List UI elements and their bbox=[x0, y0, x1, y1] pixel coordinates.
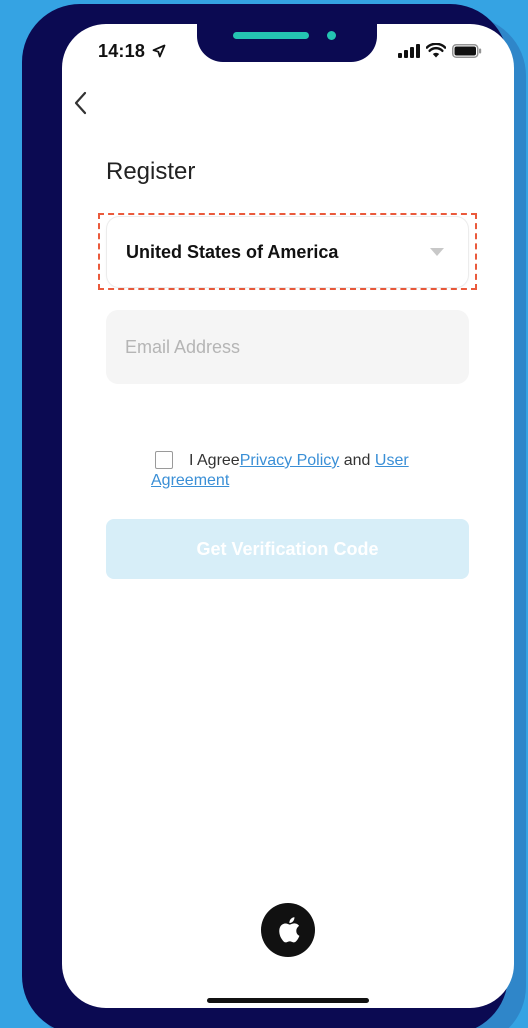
signal-icon bbox=[398, 43, 420, 58]
speaker-grille bbox=[233, 32, 309, 39]
status-icons bbox=[398, 43, 482, 58]
country-value: United States of America bbox=[126, 241, 339, 262]
agree-prefix: I Agree bbox=[189, 452, 240, 469]
apple-icon bbox=[279, 917, 300, 943]
location-arrow-icon bbox=[152, 44, 166, 58]
agree-text-line1: I AgreePrivacy Policy and User bbox=[189, 451, 409, 471]
agree-checkbox[interactable] bbox=[155, 451, 173, 469]
chevron-left-icon bbox=[74, 91, 87, 115]
apple-signin-button[interactable] bbox=[261, 903, 315, 957]
email-input[interactable] bbox=[106, 310, 469, 384]
privacy-policy-link[interactable]: Privacy Policy bbox=[240, 452, 340, 469]
stage: 14:18 Register United States of America … bbox=[0, 0, 528, 1028]
caret-down-icon bbox=[430, 248, 444, 256]
wifi-icon bbox=[426, 43, 446, 58]
user-agreement-link-part2[interactable]: Agreement bbox=[151, 472, 229, 489]
battery-icon bbox=[452, 43, 482, 58]
status-time-text: 14:18 bbox=[98, 41, 146, 61]
page-title: Register bbox=[106, 158, 196, 185]
user-agreement-link-part1[interactable]: User bbox=[375, 452, 409, 469]
status-time: 14:18 bbox=[98, 41, 166, 62]
get-verification-code-button[interactable]: Get Verification Code bbox=[106, 519, 469, 579]
back-button[interactable] bbox=[66, 88, 96, 118]
phone-notch bbox=[197, 8, 377, 62]
agree-text-line2: Agreement bbox=[151, 471, 229, 491]
agree-and: and bbox=[343, 452, 371, 469]
front-camera bbox=[327, 31, 336, 40]
country-selector[interactable]: United States of America bbox=[107, 217, 468, 287]
home-indicator bbox=[207, 998, 369, 1003]
phone-frame: 14:18 Register United States of America … bbox=[22, 4, 514, 1028]
phone-screen: 14:18 Register United States of America … bbox=[62, 24, 514, 1008]
